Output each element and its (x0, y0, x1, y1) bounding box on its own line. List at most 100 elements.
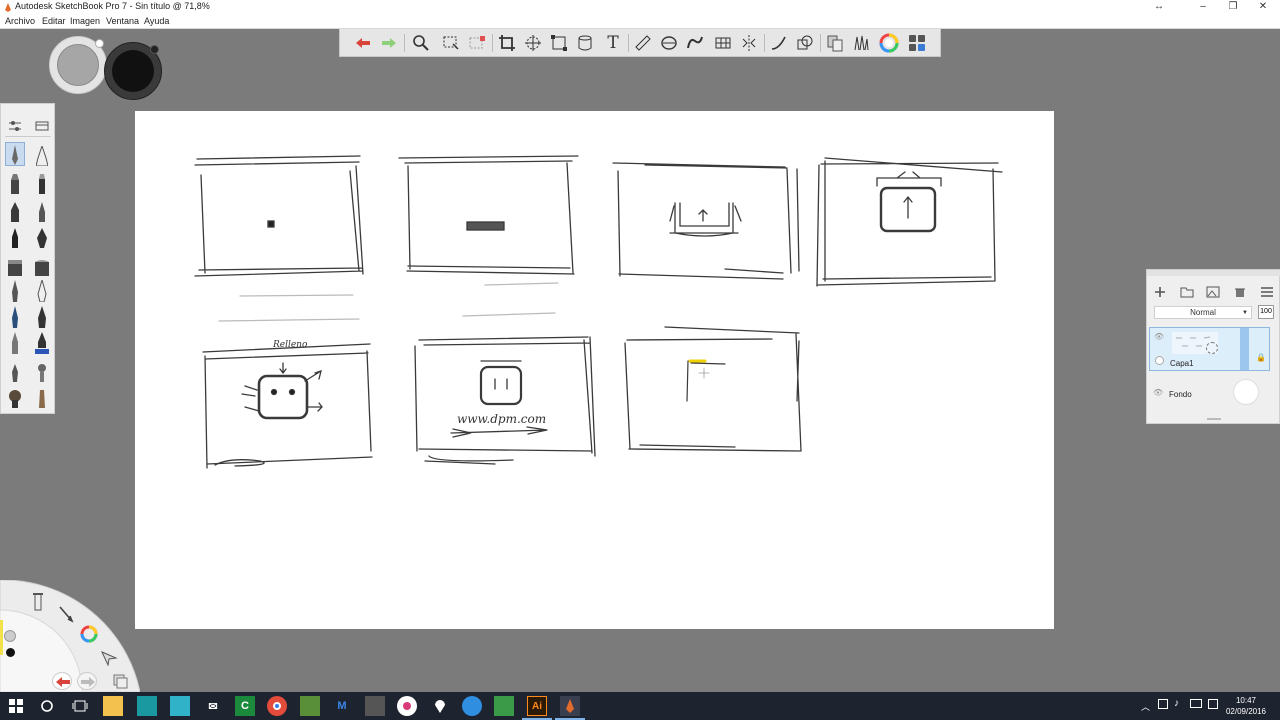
primary-color-puck[interactable] (49, 36, 107, 94)
select-arrow-icon[interactable] (100, 650, 118, 667)
brush-felt-pen-icon[interactable] (32, 170, 52, 194)
brush-properties-icon[interactable] (5, 116, 25, 132)
task-view-icon[interactable] (70, 696, 90, 716)
curve-icon[interactable] (768, 32, 790, 54)
brush-blur-icon[interactable] (32, 358, 52, 382)
layer-select-radio[interactable] (1155, 356, 1164, 365)
lagoon-secondary-color[interactable] (6, 648, 15, 657)
brush-charcoal-icon[interactable] (32, 384, 52, 408)
volume-icon[interactable]: ♪ (1174, 698, 1179, 709)
brush-pencil-icon[interactable] (5, 142, 25, 166)
background-color-swatch[interactable] (1233, 379, 1259, 405)
shapes-icon[interactable] (794, 32, 816, 54)
cylinder-icon[interactable] (574, 32, 596, 54)
select-region-icon[interactable] (466, 32, 488, 54)
keyboard-icon[interactable] (1190, 699, 1202, 708)
menu-ayuda[interactable]: Ayuda (144, 16, 169, 26)
resize-window-button[interactable]: ↔ (1144, 0, 1174, 15)
layer-opacity-slider[interactable] (1240, 328, 1249, 370)
brush-airbrush-icon[interactable] (32, 142, 52, 166)
brush-marker-icon[interactable] (5, 170, 25, 194)
layer-row-fondo[interactable]: 👁 Fondo (1149, 374, 1270, 414)
menu-archivo[interactable]: Archivo (5, 16, 35, 26)
email-icon[interactable]: ✉ (203, 696, 223, 716)
notification-icon[interactable] (1208, 699, 1218, 709)
system-clock[interactable]: 10:47 02/09/2016 (1226, 695, 1266, 717)
chevron-up-icon[interactable]: ︿ (1141, 700, 1150, 713)
brush-tool-icon[interactable] (29, 590, 47, 612)
brush-calligraphy-icon[interactable] (32, 224, 52, 248)
sketchbook-icon[interactable] (560, 696, 580, 716)
secondary-color-puck[interactable] (104, 42, 162, 100)
mail-icon[interactable] (300, 696, 320, 716)
close-button[interactable]: ✕ (1248, 0, 1278, 15)
minimize-button[interactable]: – (1188, 0, 1218, 15)
excel-icon[interactable] (494, 696, 514, 716)
brush-ink-pen-icon[interactable] (5, 198, 25, 222)
layer-menu-icon[interactable] (1259, 285, 1275, 299)
blend-mode-select[interactable]: Normal ▼ (1154, 306, 1252, 319)
add-layer-icon[interactable] (1152, 285, 1168, 299)
itunes-icon[interactable] (397, 696, 417, 716)
symmetry-icon[interactable] (738, 32, 760, 54)
malwarebytes-icon[interactable]: M (332, 696, 352, 716)
app-icon[interactable] (137, 696, 157, 716)
layer-opacity[interactable]: 100 (1258, 305, 1274, 319)
add-group-icon[interactable] (1179, 285, 1195, 299)
ruler-icon[interactable] (632, 32, 654, 54)
tool-grid-icon[interactable] (906, 32, 928, 54)
clear-layer-icon[interactable] (1232, 285, 1248, 299)
lagoon-primary-color[interactable] (4, 630, 16, 642)
distort-icon[interactable] (548, 32, 570, 54)
illustrator-icon[interactable]: Ai (527, 696, 547, 716)
brush-library-icon[interactable] (32, 116, 52, 132)
lock-icon[interactable]: 🔒 (1256, 353, 1266, 362)
brush-soft-eraser-icon[interactable] (32, 252, 52, 276)
drawing-canvas[interactable]: Relleno www.dpm.com (135, 111, 1054, 629)
brush-texture-icon[interactable] (5, 358, 25, 382)
brush-library-icon[interactable] (850, 32, 872, 54)
brush-fill-icon[interactable] (32, 330, 52, 354)
file-explorer-icon[interactable] (103, 696, 123, 716)
lagoon-layers-icon[interactable] (112, 673, 128, 689)
brush-fine-pen-icon[interactable] (32, 198, 52, 222)
brush-block-eraser-icon[interactable] (5, 252, 25, 276)
maps-icon[interactable] (430, 696, 450, 716)
brush-chalk-icon[interactable] (5, 384, 25, 408)
eye-icon[interactable]: 👁 (1153, 388, 1163, 397)
copy-paste-icon[interactable] (824, 32, 846, 54)
ellipse-guide-icon[interactable] (658, 32, 680, 54)
crop-icon[interactable] (496, 32, 518, 54)
text-icon[interactable]: T (602, 32, 624, 54)
menu-editar[interactable]: Editar (42, 16, 66, 26)
color-editor-icon[interactable] (80, 625, 98, 643)
transform-icon[interactable] (522, 32, 544, 54)
add-image-icon[interactable] (1205, 285, 1221, 299)
menu-imagen[interactable]: Imagen (70, 16, 100, 26)
redo-icon[interactable] (378, 32, 400, 54)
color-wheel-icon[interactable] (878, 32, 900, 54)
pen-tool-icon[interactable] (57, 604, 75, 624)
perspective-icon[interactable] (712, 32, 734, 54)
chrome-icon[interactable] (267, 696, 287, 716)
mindmap-icon[interactable] (170, 696, 190, 716)
brush-ballpoint-icon[interactable] (5, 224, 25, 248)
zoom-icon[interactable] (410, 32, 432, 54)
start-icon[interactable] (6, 696, 26, 716)
menu-ventana[interactable]: Ventana (106, 16, 139, 26)
eye-icon[interactable]: 👁 (1154, 332, 1164, 341)
media-player-icon[interactable] (365, 696, 385, 716)
photos-icon[interactable] (462, 696, 482, 716)
layer-row-capa1[interactable]: 👁 Capa1 🔒 (1149, 327, 1270, 371)
brush-synthetic-icon[interactable] (32, 278, 52, 302)
lagoon-redo-icon[interactable] (77, 672, 97, 690)
network-icon[interactable] (1158, 699, 1168, 709)
undo-icon[interactable] (352, 32, 374, 54)
brush-oil-icon[interactable] (32, 304, 52, 328)
french-curve-icon[interactable] (684, 32, 706, 54)
search-icon[interactable] (37, 696, 57, 716)
brush-smudge-icon[interactable] (5, 330, 25, 354)
restore-button[interactable]: ❐ (1218, 0, 1248, 15)
select-icon[interactable] (440, 32, 462, 54)
brush-paintbrush-icon[interactable] (5, 278, 25, 302)
